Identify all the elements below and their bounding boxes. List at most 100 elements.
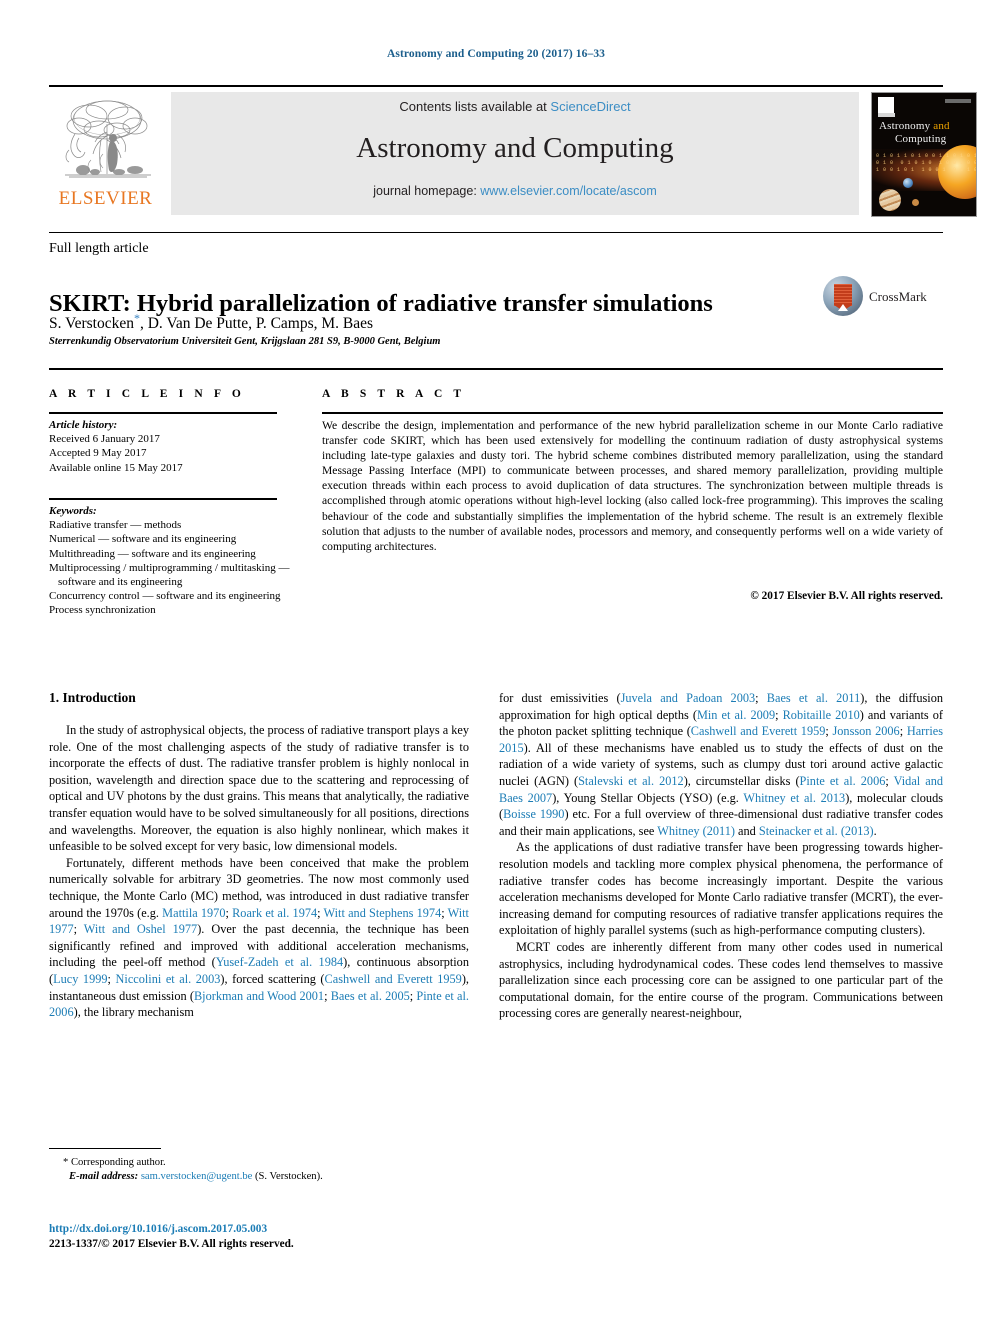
paragraph-text: ; — [73, 922, 84, 937]
keywords-label: Keywords: — [49, 505, 97, 517]
paragraph-text: for dust emissivities ( — [499, 691, 621, 705]
corresponding-author-note: * Corresponding author. — [63, 1157, 166, 1168]
citation-link[interactable]: Witt and Oshel 1977 — [84, 922, 197, 936]
keyword-item: Multiprocessing / multiprogramming / mul… — [49, 561, 290, 589]
paragraph-text: and — [734, 823, 759, 838]
article-type-rule — [49, 232, 943, 233]
citation-link[interactable]: Jonsson 2006 — [833, 724, 900, 738]
abstract-copyright: © 2017 Elsevier B.V. All rights reserved… — [750, 590, 943, 602]
keywords-block: Keywords: Radiative transfer — methods N… — [49, 504, 299, 618]
citation-link[interactable]: Baes et al. 2011 — [767, 691, 860, 705]
masthead-top-rule — [49, 85, 943, 88]
section-heading-introduction: 1. Introduction — [49, 690, 136, 705]
journal-title: Astronomy and Computing — [356, 132, 674, 164]
contents-panel: Contents lists available at ScienceDirec… — [171, 92, 859, 215]
paragraph-text: ), the library mechanism — [73, 1005, 194, 1020]
crossmark-icon — [823, 276, 863, 316]
abstract-text: We describe the design, implementation a… — [322, 419, 943, 553]
email-attribution: (S. Verstocken). — [255, 1170, 323, 1182]
email-line: E-mail address: sam.verstocken@ugent.be … — [49, 1170, 469, 1184]
citation-link[interactable]: Steinacker et al. (2013) — [759, 824, 874, 838]
citation-link[interactable]: Lucy 1999 — [53, 972, 107, 986]
cover-issn-bar — [945, 99, 971, 103]
email-link[interactable]: sam.verstocken@ugent.be — [141, 1171, 253, 1182]
citation-link[interactable]: Pinte et al. 2006 — [800, 774, 886, 788]
citation-link[interactable]: Witt and Stephens 1974 — [324, 906, 442, 920]
cover-elsevier-underline — [878, 113, 895, 117]
body-column-left: In the study of astrophysical objects, t… — [49, 722, 469, 1021]
cover-planet-small — [912, 199, 919, 206]
paragraph-text: ), forced scattering ( — [220, 971, 325, 986]
history-accepted: Accepted 9 May 2017 — [49, 447, 147, 460]
cover-title-line2: Computing — [895, 132, 947, 145]
body-column-right: for dust emissivities (Juvela and Padoan… — [499, 690, 943, 1022]
paragraph-text: ; — [899, 724, 907, 739]
author-list: S. Verstocken*, D. Van De Putte, P. Camp… — [49, 311, 809, 333]
citation-link[interactable]: Cashwell and Everett 1959 — [691, 724, 826, 738]
citation-link[interactable]: Robitaille 2010 — [783, 708, 860, 722]
elsevier-logo: ELSEVIER — [49, 92, 162, 215]
cover-elsevier-mark — [878, 97, 894, 113]
author-first: S. Verstocken — [49, 315, 134, 333]
author-rest: , D. Van De Putte, P. Camps, M. Baes — [139, 315, 374, 333]
email-label: E-mail address: — [69, 1170, 139, 1182]
citation-link[interactable]: Roark et al. 1974 — [232, 906, 317, 920]
journal-homepage-link[interactable]: www.elsevier.com/locate/ascom — [480, 184, 656, 198]
contents-available-line: Contents lists available at ScienceDirec… — [171, 99, 859, 114]
article-type: Full length article — [49, 241, 149, 256]
paragraph: As the applications of dust radiative tr… — [499, 840, 943, 938]
journal-homepage-line: journal homepage: www.elsevier.com/locat… — [171, 184, 859, 198]
footnote-rule — [49, 1148, 161, 1150]
crossmark-document-shape — [834, 284, 852, 311]
journal-masthead: ELSEVIER Contents lists available at Sci… — [49, 92, 977, 217]
citation-link[interactable]: Min et al. 2009 — [697, 708, 775, 722]
homepage-prefix: journal homepage: — [373, 184, 481, 198]
paragraph-text: ), Young Stellar Objects (YSO) (e.g. — [552, 790, 744, 805]
affiliation: Sterrenkundig Observatorium Universiteit… — [49, 336, 441, 347]
article-history: Article history: Received 6 January 2017… — [49, 418, 289, 475]
citation-link[interactable]: Baes et al. 2005 — [331, 989, 410, 1003]
crossmark-label: CrossMark — [869, 289, 927, 304]
cover-title: Astronomy and Computing — [879, 120, 971, 145]
citation-link[interactable]: Niccolini et al. 2003 — [116, 972, 221, 986]
paragraph: for dust emissivities (Juvela and Padoan… — [499, 690, 943, 839]
cover-title-highlight: and — [933, 120, 950, 132]
elsevier-tree-icon — [65, 100, 151, 178]
citation-link[interactable]: Boisse 1990 — [503, 807, 564, 821]
citation-link[interactable]: Whitney et al. 2013 — [743, 791, 845, 805]
keyword-item: Numerical — software and its engineering — [49, 533, 237, 546]
elsevier-wordmark: ELSEVIER — [58, 188, 153, 209]
issn-copyright-line: 2213-1337/© 2017 Elsevier B.V. All right… — [49, 1237, 294, 1250]
sciencedirect-link[interactable]: ScienceDirect — [550, 99, 630, 114]
article-info-heading: A R T I C L E I N F O — [49, 388, 245, 400]
citation-link[interactable]: Whitney (2011) — [657, 824, 735, 838]
citation-link[interactable]: Bjorkman and Wood 2001 — [194, 989, 324, 1003]
doi-link[interactable]: http://dx.doi.org/10.1016/j.ascom.2017.0… — [49, 1222, 489, 1237]
citation-link[interactable]: Cashwell and Everett 1959 — [325, 972, 462, 986]
citation-link[interactable]: Yusef-Zadeh et al. 1984 — [216, 955, 343, 969]
article-history-label: Article history: — [49, 419, 118, 431]
paragraph: In the study of astrophysical objects, t… — [49, 723, 469, 854]
keyword-item: Process synchronization — [49, 604, 156, 617]
info-block-top-rule — [49, 368, 943, 371]
doi-block: http://dx.doi.org/10.1016/j.ascom.2017.0… — [49, 1222, 489, 1251]
paragraph-text: ; — [885, 773, 894, 788]
paragraph-text: ), circumstellar disks ( — [683, 773, 800, 788]
crossmark-badge[interactable]: CrossMark — [823, 274, 943, 322]
paragraph: Fortunately, different methods have been… — [49, 855, 469, 1021]
cover-planet-jupiter — [879, 189, 901, 211]
paragraph-text: ; — [324, 988, 331, 1003]
contents-prefix: Contents lists available at — [399, 99, 551, 114]
citation-link[interactable]: Juvela and Padoan 2003 — [621, 691, 756, 705]
running-head: Astronomy and Computing 20 (2017) 16–33 — [386, 48, 606, 60]
citation-link[interactable]: Stalevski et al. 2012 — [578, 774, 684, 788]
footnote-block: * Corresponding author. E-mail address: … — [49, 1156, 469, 1183]
citation-link[interactable]: Mattila 1970 — [162, 906, 225, 920]
paragraph-text: ; — [755, 691, 767, 705]
paragraph-text: ; — [775, 707, 783, 722]
history-available-online: Available online 15 May 2017 — [49, 461, 183, 474]
abstract-heading: A B S T R A C T — [322, 388, 466, 400]
paper-page: Astronomy and Computing 20 (2017) 16–33 — [0, 0, 992, 1323]
keyword-item: Radiative transfer — methods — [49, 519, 182, 532]
history-received: Received 6 January 2017 — [49, 433, 160, 446]
